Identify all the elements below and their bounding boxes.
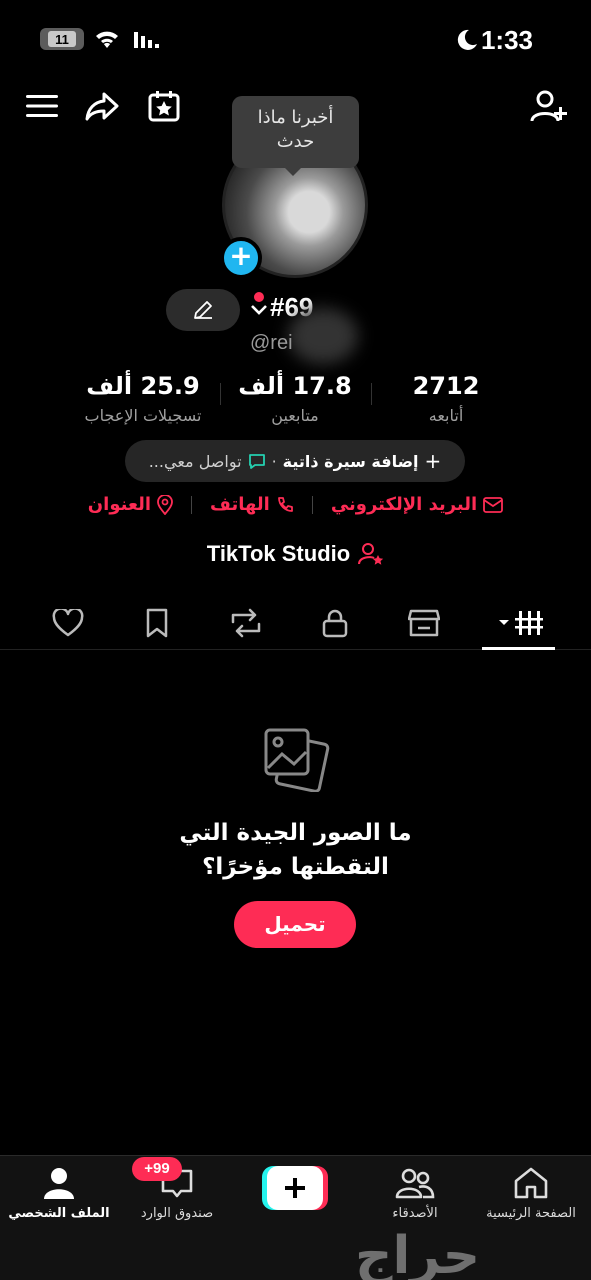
add-friend-icon[interactable] [528, 86, 570, 126]
share-icon[interactable] [82, 86, 122, 126]
address-link[interactable]: العنوان [88, 494, 173, 515]
photos-icon [262, 726, 330, 792]
tiktok-studio-link[interactable]: TikTok Studio [0, 541, 591, 567]
chat-icon [248, 454, 265, 469]
nav-profile-label: الملف الشخصي [8, 1206, 110, 1221]
tab-private[interactable] [305, 598, 365, 648]
tab-videos[interactable] [488, 598, 550, 648]
battery-icon: 11 [40, 28, 84, 50]
story-tooltip[interactable]: أخبرنا ماذا حدث [232, 96, 359, 168]
chevron-down-icon [251, 304, 267, 315]
signal-icon [132, 30, 160, 50]
phone-label: الهاتف [210, 494, 270, 515]
haraj-watermark: حراج [355, 1226, 481, 1280]
tooltip-tail [283, 166, 303, 176]
phone-link[interactable]: الهاتف [210, 494, 294, 515]
followers-count: 17.8 ألف [238, 372, 352, 400]
empty-state-title: ما الصور الجيدة التي التقطتها مؤخرًا؟ [0, 816, 591, 884]
pencil-icon [194, 301, 212, 319]
nav-friends[interactable]: الأصدقاء [360, 1166, 470, 1221]
add-story-icon[interactable]: + [220, 237, 262, 279]
phone-icon [277, 496, 293, 512]
nav-friends-label: الأصدقاء [392, 1206, 438, 1221]
friends-icon [395, 1168, 435, 1199]
plus-icon [262, 1166, 328, 1210]
calendar-star-icon[interactable] [144, 86, 184, 126]
tooltip-line2: حدث [276, 131, 315, 152]
create-button[interactable] [262, 1166, 328, 1210]
nav-home-label: الصفحة الرئيسية [486, 1206, 576, 1221]
menu-icon[interactable] [22, 86, 62, 126]
nav-profile[interactable]: الملف الشخصي [4, 1166, 114, 1221]
following-count: 2712 [412, 372, 480, 400]
tab-reposts[interactable] [216, 598, 276, 648]
contact-links: البريد الإلكتروني الهاتف العنوان [0, 494, 591, 515]
lock-icon [322, 609, 348, 638]
following-label: أتابعه [428, 406, 464, 425]
bio-separator: · [271, 451, 277, 471]
tooltip-line1: أخبرنا ماذا [257, 107, 334, 128]
link-divider [311, 495, 313, 514]
likes-stat[interactable]: 25.9 ألف تسجيلات الإعجاب [68, 372, 218, 425]
plus-icon: + [424, 449, 442, 473]
stat-divider [371, 383, 372, 405]
add-bio-button[interactable]: + إضافة سيرة ذاتية · تواصل معي... [125, 440, 465, 482]
mail-icon [483, 496, 504, 513]
bookmark-icon [146, 608, 168, 638]
tab-shop[interactable] [394, 598, 454, 648]
following-stat[interactable]: 2712 أتابعه [371, 372, 521, 425]
heart-icon [52, 609, 84, 637]
address-label: العنوان [87, 494, 152, 515]
location-pin-icon [157, 494, 173, 515]
privacy-blur [288, 308, 358, 364]
inbox-badge: +99 [132, 1157, 182, 1181]
profile-icon [44, 1168, 74, 1199]
grid-icon [499, 611, 543, 635]
edit-profile-button[interactable] [166, 289, 240, 331]
tab-favorites[interactable] [127, 598, 187, 648]
profile-handle: @rei [250, 332, 293, 354]
add-bio-label: إضافة سيرة ذاتية [282, 451, 419, 471]
link-divider [191, 495, 193, 514]
email-label: البريد الإلكتروني [330, 494, 478, 515]
email-link[interactable]: البريد الإلكتروني [330, 494, 504, 515]
contact-label: تواصل معي... [148, 451, 242, 471]
likes-count: 25.9 ألف [86, 372, 200, 400]
nav-inbox-label: صندوق الوارد [140, 1206, 214, 1221]
empty-title-line1: ما الصور الجيدة التي [179, 820, 412, 846]
battery-level: 11 [48, 31, 76, 47]
status-time: 1:33 [480, 25, 533, 55]
repost-icon [231, 608, 261, 638]
followers-label: متابعين [271, 406, 319, 425]
empty-title-line2: التقطتها مؤخرًا؟ [202, 854, 389, 880]
wifi-icon [92, 28, 122, 50]
creator-star-icon [358, 543, 384, 565]
tab-liked[interactable] [38, 598, 98, 648]
bottom-nav: الصفحة الرئيسية الأصدقاء صندوق الوارد ال… [0, 1155, 591, 1280]
stat-divider [220, 383, 221, 405]
upload-button[interactable]: تحميل [234, 901, 356, 948]
home-icon [514, 1167, 548, 1199]
followers-stat[interactable]: 17.8 ألف متابعين [220, 372, 370, 425]
nav-home[interactable]: الصفحة الرئيسية [476, 1166, 586, 1221]
profile-tabs [0, 598, 591, 650]
active-tab-indicator [482, 647, 555, 650]
shop-icon [408, 609, 440, 637]
studio-label: TikTok Studio [206, 541, 351, 566]
likes-label: تسجيلات الإعجاب [84, 406, 202, 425]
moon-icon [455, 28, 479, 52]
